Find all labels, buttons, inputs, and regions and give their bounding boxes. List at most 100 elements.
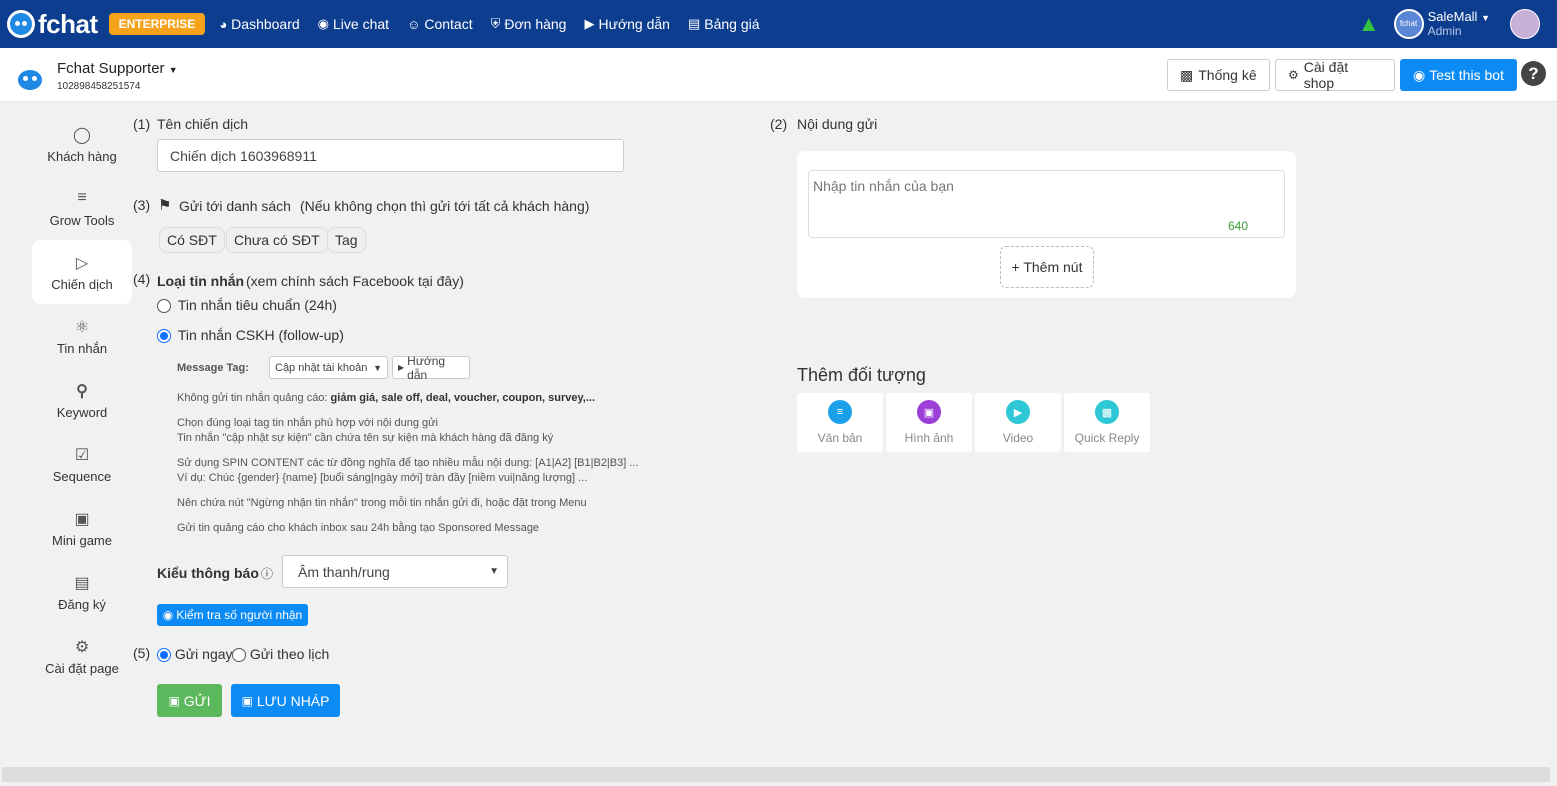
test-bot-button[interactable]: ◉ Test this bot — [1400, 59, 1517, 91]
atom-icon: ⚛ — [74, 318, 90, 336]
eye-icon: ◉ — [162, 608, 174, 622]
caret-right-icon: ▶ — [398, 363, 405, 372]
cart-icon: ⛨ — [490, 16, 501, 31]
page-selector[interactable]: Fchat Supporter ▼ — [57, 60, 178, 77]
page-id: 102898458251574 — [57, 81, 141, 92]
stats-button[interactable]: ▩ Thống kê — [1167, 59, 1270, 91]
message-type-label: Loại tin nhắn — [157, 273, 245, 289]
notify-type-select[interactable]: Âm thanh/rung ▼ — [282, 555, 508, 588]
message-tag-label: Message Tag: — [177, 362, 249, 374]
nav-live-chat[interactable]: ◉ Live chat — [318, 16, 389, 32]
radio-followup-message[interactable]: Tin nhắn CSKH (follow-up) — [157, 327, 344, 344]
message-tag-select[interactable]: Cập nhật tài khoản ▼ — [269, 356, 388, 379]
video-icon: ▶ — [1006, 400, 1030, 424]
sidebar-item-sequence[interactable]: ☑ Sequence — [32, 432, 132, 496]
save-icon: ▣ — [241, 693, 253, 708]
nav-guide[interactable]: ▶ Hướng dẫn — [584, 16, 669, 32]
top-navbar: fchat ENTERPRISE ◕ Dashboard ◉ Live chat ☺… — [0, 0, 1557, 48]
add-button[interactable]: + Thêm nút — [1000, 246, 1094, 288]
grow-tools-icon: ≡ — [77, 188, 87, 206]
send-to-label: Gửi tới danh sách — [179, 198, 291, 214]
sidebar-item-grow-tools[interactable]: ≡ Grow Tools — [32, 176, 132, 240]
check-recipients-button[interactable]: ◉ Kiểm tra số người nhận — [157, 604, 308, 626]
radio-send-now[interactable] — [157, 648, 171, 663]
account-role: Admin — [1427, 24, 1462, 38]
chip-no-phone[interactable]: Chưa có SĐT — [226, 227, 328, 253]
shop-settings-button[interactable]: ⚙ Cài đặt shop — [1275, 59, 1395, 91]
sidebar-item-campaign[interactable]: ▷ Chiến dịch — [32, 240, 132, 304]
question-circle-icon[interactable]: ⓘ — [261, 565, 273, 582]
user-icon: ◯ — [73, 126, 91, 144]
bar-chart-icon: ▩ — [1180, 66, 1194, 83]
add-video-object[interactable]: ▶ Video — [975, 393, 1061, 452]
radio-send-schedule[interactable] — [232, 648, 246, 663]
form-icon: ▤ — [74, 574, 90, 592]
step-marker-2: (2) — [770, 116, 788, 132]
account-switcher[interactable]: SaleMall ▼ Admin — [1428, 10, 1490, 38]
campaign-name-input[interactable]: Chiến dịch 1603968911 — [157, 139, 624, 172]
help-icon[interactable]: ? — [1521, 61, 1546, 86]
save-draft-button[interactable]: ▣ LƯU NHÁP — [231, 684, 340, 717]
radio-send-schedule-option[interactable]: Gửi theo lịch — [232, 646, 329, 663]
page-header: Fchat Supporter ▼ 102898458251574 ▩ Thống… — [0, 48, 1557, 102]
nav-pricing[interactable]: ▤ Bảng giá — [688, 16, 760, 32]
save-icon: ▣ — [168, 693, 180, 708]
radio-standard[interactable] — [157, 299, 171, 314]
note-stop-button: Nên chứa nút "Ngừng nhận tin nhắn" trong… — [177, 497, 587, 509]
account-name: SaleMall — [1427, 9, 1478, 24]
fchat-logo[interactable]: fchat — [7, 9, 98, 40]
page-name: Fchat Supporter — [57, 60, 165, 77]
chip-tag[interactable]: Tag — [327, 227, 366, 253]
chevron-down-icon: ▼ — [373, 362, 382, 373]
sidebar-item-register[interactable]: ▤ Đăng ký — [32, 560, 132, 624]
send-button[interactable]: ▣ GỬI — [157, 684, 222, 717]
note-sponsored: Gửi tin quảng cáo cho khách inbox sau 24… — [177, 522, 540, 534]
caret-down-icon: ▼ — [168, 65, 178, 75]
step-marker-1: (1) — [133, 116, 151, 132]
content-label: Nội dung gửi — [797, 116, 878, 132]
radio-standard-message[interactable]: Tin nhắn tiêu chuẩn (24h) — [157, 297, 337, 314]
image-icon: ▣ — [917, 400, 941, 424]
message-textarea[interactable]: Nhập tin nhắn của bạn 640 — [808, 170, 1285, 238]
chip-has-phone[interactable]: Có SĐT — [159, 227, 225, 253]
sidebar-item-customers[interactable]: ◯ Khách hàng — [32, 112, 132, 176]
note-spin-content: Sử dụng SPIN CONTENT các từ đồng nghĩa đ… — [177, 457, 639, 469]
chevron-down-icon: ▼ — [489, 566, 499, 577]
radio-followup[interactable] — [157, 329, 171, 344]
gamepad-icon: ▣ — [74, 510, 90, 528]
horizontal-scrollbar[interactable] — [2, 767, 1550, 782]
sidebar-item-messages[interactable]: ⚛ Tin nhắn — [32, 304, 132, 368]
step-marker-3: (3) — [133, 197, 151, 213]
nav-contact[interactable]: ☺ Contact — [407, 16, 473, 32]
account-avatar[interactable]: fchat — [1393, 9, 1424, 39]
bell-icon[interactable]: ▲ — [1358, 11, 1380, 37]
radio-send-now-option[interactable]: Gửi ngay — [157, 646, 233, 663]
add-image-object[interactable]: ▣ Hình ảnh — [886, 393, 972, 452]
message-type-policy-link[interactable]: (xem chính sách Facebook tại đây) — [246, 273, 464, 289]
enterprise-badge: ENTERPRISE — [108, 13, 206, 35]
send-icon: ▷ — [75, 254, 89, 272]
note-event-update: Tin nhắn "cập nhật sự kiện" cần chứa tên… — [177, 432, 554, 444]
campaign-name-label: Tên chiến dịch — [157, 116, 249, 132]
tag-icon: ⚑ — [158, 197, 172, 214]
brand-name: fchat — [38, 8, 98, 39]
add-quick-reply-object[interactable]: ▩ Quick Reply — [1064, 393, 1150, 452]
key-icon: ⚲ — [76, 382, 88, 400]
note-tag-choice: Chọn đúng loại tag tin nhắn phù hợp với … — [177, 417, 438, 429]
gear-icon: ⚙ — [1288, 68, 1299, 82]
bot-logo-icon — [7, 10, 35, 38]
contact-icon: ☺ — [407, 16, 421, 32]
quick-reply-icon: ▩ — [1095, 400, 1119, 424]
nav-orders[interactable]: ⛨ Đơn hàng — [491, 16, 567, 32]
add-text-object[interactable]: ≡ Văn bản — [797, 393, 883, 452]
sidebar-item-page-settings[interactable]: ⚙ Cài đặt page — [32, 624, 132, 688]
nav-dashboard[interactable]: ◕ Dashboard — [219, 16, 299, 32]
sidebar: ◯ Khách hàng ≡ Grow Tools ▷ Chiến dịch ⚛ Tin… — [32, 112, 132, 688]
char-counter: 640 — [1227, 219, 1248, 233]
sidebar-item-mini-game[interactable]: ▣ Mini game — [32, 496, 132, 560]
text-icon: ≡ — [828, 400, 852, 424]
guide-button[interactable]: ▶ Hướng dẫn — [392, 354, 470, 382]
user-avatar[interactable] — [1510, 9, 1540, 39]
sidebar-item-keyword[interactable]: ⚲ Keyword — [32, 368, 132, 432]
add-object-title: Thêm đối tượng — [797, 365, 926, 385]
